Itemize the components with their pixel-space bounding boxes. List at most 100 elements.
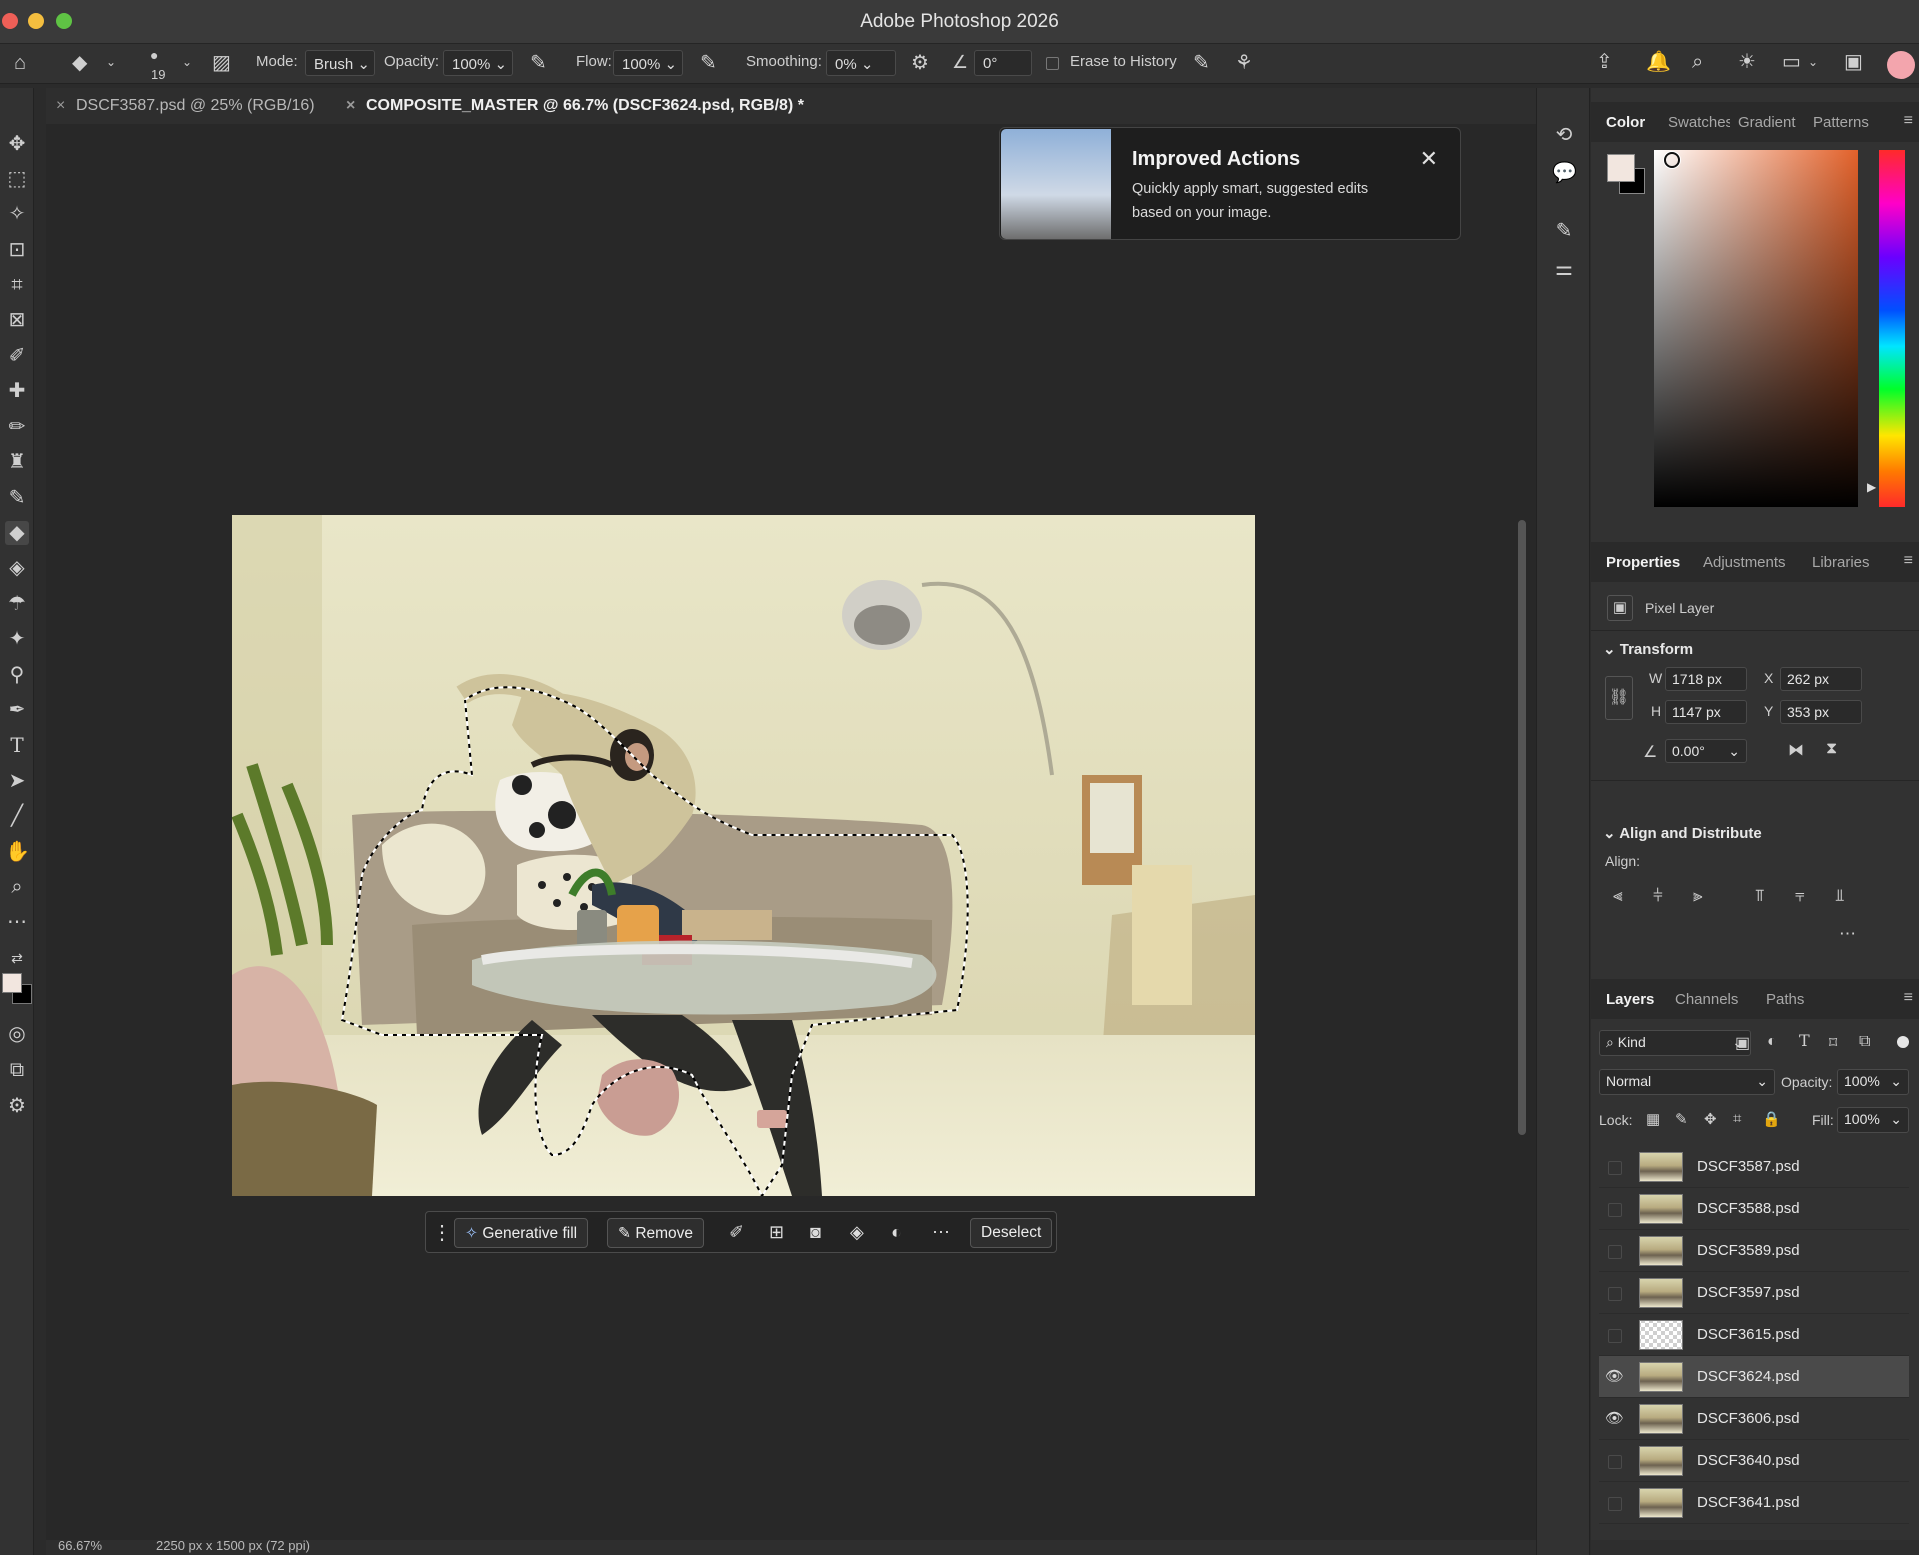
angle-field[interactable]: 0° [974,50,1032,76]
eyedropper-tool-icon[interactable]: ✐ [5,344,29,368]
layer-visibility-toggle[interactable] [1608,1203,1622,1217]
discover-lightbulb-icon[interactable]: ☀ [1738,52,1756,72]
align-vertical-center-icon[interactable]: ⫧ [1795,886,1805,906]
tab-composite-master[interactable]: × COMPOSITE_MASTER @ 66.7% (DSCF3624.psd… [336,88,866,124]
foreground-color-swatch[interactable] [2,973,22,993]
tab-paths[interactable]: Paths [1766,991,1804,1008]
layer-row[interactable]: 👁 DSCF3624.psd [1599,1356,1909,1398]
layer-row[interactable]: DSCF3615.psd [1599,1314,1909,1356]
y-field[interactable]: 353 px [1780,700,1862,724]
deselect-button[interactable]: Deselect [970,1218,1053,1248]
tab-color[interactable]: Color [1606,114,1645,131]
avatar[interactable] [1887,51,1915,79]
clone-stamp-tool-icon[interactable]: ♜ [5,450,29,474]
close-tab-icon[interactable]: × [346,97,355,115]
crop-select-tool-icon[interactable]: ⊡ [5,238,29,262]
brush-picker-chevron-icon[interactable]: ⌄ [182,56,192,68]
more-options-icon[interactable]: ⋯ [932,1222,950,1243]
chevron-down-icon[interactable]: ⌄ [106,56,116,68]
workspace-icon[interactable]: ▭ [1782,52,1801,72]
rotation-field[interactable]: 0.00° ⌄ [1665,739,1747,763]
history-icon[interactable]: ⟲ [1552,122,1576,147]
lock-all-icon[interactable]: 🔒 [1762,1110,1781,1128]
frame-tool-icon[interactable]: ⊠ [5,308,29,332]
history-brush-tool-icon[interactable]: ✎ [5,486,29,510]
screen-mode-icon[interactable]: ⧉ [5,1058,29,1082]
layer-visibility-toggle[interactable] [1608,1329,1622,1343]
brush-tool-icon[interactable]: ✏ [5,415,29,439]
eye-icon[interactable]: 👁 [1605,1410,1624,1428]
align-bottom-icon[interactable]: ⫫ [1835,886,1845,906]
transform-section-title[interactable]: ⌄ Transform [1603,640,1693,658]
lock-artboard-icon[interactable]: ⌗ [1733,1110,1741,1127]
layer-visibility-toggle[interactable] [1608,1455,1622,1469]
modify-selection-icon[interactable]: ✐ [729,1222,744,1243]
search-icon[interactable]: ⌕ [1692,52,1703,72]
path-selection-tool-icon[interactable]: ➤ [5,769,29,793]
color-foreground-swatch[interactable] [1607,154,1635,182]
erase-to-history-checkbox[interactable] [1046,57,1059,70]
height-field[interactable]: 1147 px [1665,700,1747,724]
brush-dot-icon[interactable]: ● [150,48,158,62]
filter-adjustment-layers-icon[interactable]: ◐ [1767,1033,1777,1051]
healing-brush-tool-icon[interactable]: ✚ [5,379,29,403]
more-tools-icon[interactable]: ⋯ [5,910,29,934]
brush-settings-icon[interactable]: ▨ [212,53,231,73]
tab-channels[interactable]: Channels [1675,991,1738,1008]
quick-mask-icon[interactable]: ◎ [5,1022,29,1046]
tab-patterns[interactable]: Patterns [1813,114,1869,131]
panel-menu-icon[interactable]: ≡ [1904,989,1913,1007]
layer-row[interactable]: DSCF3597.psd [1599,1272,1909,1314]
object-selection-tool-icon[interactable]: ✧ [5,202,29,226]
close-tab-icon[interactable]: × [56,97,65,115]
layer-row[interactable]: DSCF3640.psd [1599,1440,1909,1482]
flow-field[interactable]: 100% ⌄ [613,50,683,76]
layer-row[interactable]: 👁 DSCF3606.psd [1599,1398,1909,1440]
opacity-field[interactable]: 100% ⌄ [443,50,513,76]
marquee-tool-icon[interactable]: ⬚ [5,167,29,191]
zoom-tool-icon[interactable]: ⌕ [5,875,29,899]
layer-row[interactable]: DSCF3641.psd [1599,1482,1909,1524]
document-canvas-image[interactable] [232,515,1255,1196]
filter-type-layers-icon[interactable]: T [1799,1031,1810,1050]
smoothing-field[interactable]: 0% ⌄ [826,50,896,76]
paint-bucket-tool-icon[interactable]: ◈ [5,556,29,580]
align-section-title[interactable]: ⌄ Align and Distribute [1603,824,1762,842]
link-dimensions-icon[interactable]: ⛓ [1605,676,1633,720]
blend-mode-select[interactable]: Normal ⌄ [1599,1069,1775,1095]
workspace-chevron-icon[interactable]: ⌄ [1808,56,1818,68]
plugins-icon[interactable]: ▣ [1844,52,1863,72]
align-horizontal-center-icon[interactable]: ⫩ [1653,886,1663,906]
airbrush-icon[interactable]: ✎ [700,53,717,73]
smudge-tool-icon[interactable]: ☂ [5,592,29,616]
layer-visibility-toggle[interactable] [1608,1497,1622,1511]
move-tool-icon[interactable]: ✥ [5,132,29,156]
hue-slider[interactable] [1879,150,1905,507]
filter-pixel-layers-icon[interactable]: ▣ [1735,1033,1750,1053]
layer-row[interactable]: DSCF3587.psd [1599,1146,1909,1188]
hue-slider-marker-icon[interactable]: ▶ [1867,480,1876,494]
fill-selection-icon[interactable]: ◈ [850,1222,864,1243]
type-tool-icon[interactable]: T [5,733,29,757]
filter-smart-objects-icon[interactable]: ⧉ [1859,1033,1870,1051]
adjustments-sliders-icon[interactable]: ⚌ [1552,256,1576,281]
tab-dscf3587[interactable]: × DSCF3587.psd @ 25% (RGB/16) [46,88,331,124]
mask-icon[interactable]: ◙ [810,1222,821,1243]
burn-tool-icon[interactable]: ⚲ [5,663,29,687]
hand-tool-icon[interactable]: ✋ [5,840,30,864]
pen-tool-icon[interactable]: ✒ [5,698,29,722]
flip-vertical-icon[interactable]: ⧗ [1826,740,1837,758]
align-right-icon[interactable]: ⫸ [1693,886,1703,906]
edit-toolbar-icon[interactable]: ⚙ [5,1094,29,1118]
tab-layers[interactable]: Layers [1606,991,1654,1008]
lock-transparent-pixels-icon[interactable]: ▦ [1646,1110,1660,1128]
layer-opacity-field[interactable]: 100% ⌄ [1837,1069,1909,1095]
close-icon[interactable]: ✕ [1420,146,1438,172]
document-info[interactable]: 2250 px x 1500 px (72 ppi) [156,1540,310,1553]
x-field[interactable]: 262 px [1780,667,1862,691]
symmetry-icon[interactable]: ⚘ [1235,53,1253,73]
layer-visibility-toggle[interactable] [1608,1245,1622,1259]
comments-icon[interactable]: 💬 [1552,160,1577,185]
tab-libraries[interactable]: Libraries [1812,554,1870,571]
brush-settings-panel-icon[interactable]: ✎ [1552,218,1576,243]
